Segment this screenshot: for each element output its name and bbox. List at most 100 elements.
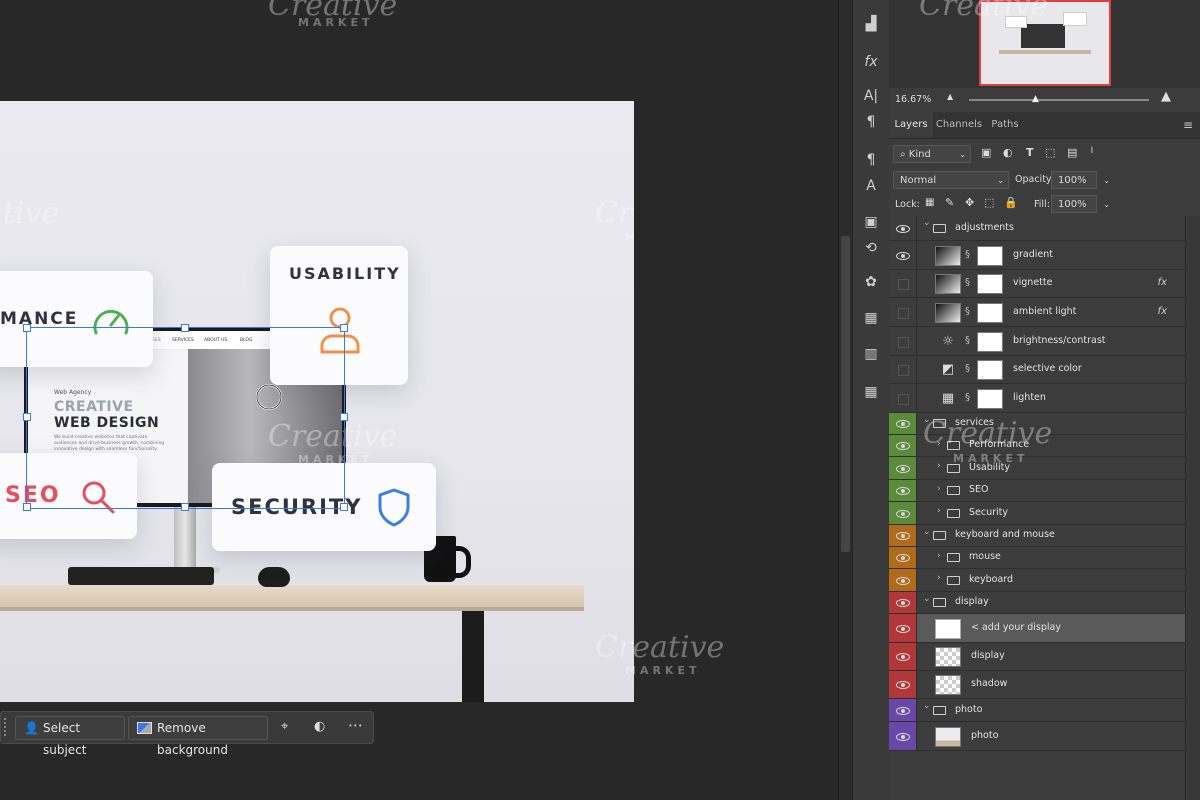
layer-mask-thumbnail[interactable] (977, 245, 1003, 266)
chevron-right-icon[interactable]: › (937, 484, 941, 494)
contrast-icon[interactable]: ◐ (314, 719, 325, 734)
layer-visibility-toggle[interactable] (889, 547, 917, 568)
histogram-icon[interactable]: ▟ (861, 14, 881, 34)
lock-image-icon[interactable]: ✎ (945, 196, 954, 209)
layer-visibility-toggle[interactable] (889, 525, 917, 546)
layer-group-row[interactable]: ⌄ keyboard and mouse (889, 525, 1185, 547)
link-icon[interactable]: § (965, 306, 970, 317)
layer-visibility-toggle[interactable] (889, 216, 917, 240)
transform-bounding-box[interactable] (26, 327, 345, 509)
layer-group-row[interactable]: › Usability (889, 457, 1185, 480)
grid-icon[interactable]: ▦ (935, 389, 961, 409)
remove-background-button[interactable]: Remove background (128, 716, 268, 757)
character-icon[interactable]: A| (861, 86, 881, 106)
layer-mask-thumbnail[interactable] (977, 331, 1003, 352)
layer-visibility-toggle[interactable] (889, 480, 917, 501)
chevron-down-icon[interactable]: ⌄ (923, 415, 931, 425)
zoom-out-icon[interactable]: ▲ (947, 92, 953, 101)
panel-menu-icon[interactable]: ≡ (1183, 118, 1193, 132)
tab-layers[interactable]: Layers (889, 112, 933, 138)
history-icon[interactable]: ⟲ (861, 238, 881, 258)
link-icon[interactable]: § (965, 249, 970, 260)
chevron-right-icon[interactable]: › (937, 551, 941, 561)
filter-smart-object-icon[interactable]: ▤ (1067, 146, 1077, 159)
layer-visibility-toggle[interactable] (889, 241, 917, 269)
layer-visibility-toggle[interactable] (889, 384, 917, 412)
layer-visibility-toggle[interactable] (889, 569, 917, 591)
link-icon[interactable]: § (965, 392, 970, 403)
filter-toggle-icon[interactable]: ⏽ (1088, 145, 1096, 156)
sun-icon[interactable]: ☼ (935, 332, 961, 352)
fx-icon[interactable]: fx (1158, 277, 1167, 288)
navigator-thumbnail[interactable] (979, 0, 1111, 86)
opacity-input[interactable]: 100% ⌄ (1051, 171, 1110, 189)
layer-visibility-toggle[interactable] (889, 592, 917, 613)
more-icon[interactable]: ⋯ (348, 716, 363, 734)
filter-kind-select[interactable]: ⌕ Kind ⌄ (893, 145, 971, 163)
layer-row[interactable]: photo (889, 722, 1185, 751)
layer-group-row[interactable]: › Security (889, 502, 1185, 525)
canvas-area[interactable]: wLogo HOME PAGES SERVICES ABOUT US BLOG … (0, 0, 838, 800)
link-icon[interactable]: § (965, 335, 970, 346)
fill-input[interactable]: 100% ⌄ (1051, 195, 1110, 213)
transform-center-icon[interactable] (255, 383, 283, 411)
smart-object-thumbnail[interactable] (935, 618, 961, 639)
task-bar-grip[interactable] (4, 718, 9, 736)
layer-group-row[interactable]: › mouse (889, 547, 1185, 569)
paragraph-icon[interactable]: ¶ (861, 112, 881, 132)
chevron-right-icon[interactable]: › (937, 439, 941, 449)
photo-thumbnail[interactable] (935, 726, 961, 747)
filter-shape-icon[interactable]: ⬚ (1045, 146, 1055, 159)
layer-visibility-toggle[interactable] (889, 457, 917, 479)
layer-visibility-toggle[interactable] (889, 614, 917, 642)
layer-row[interactable]: shadow (889, 671, 1185, 699)
chevron-down-icon[interactable]: ⌄ (923, 594, 931, 604)
layer-visibility-toggle[interactable] (889, 502, 917, 524)
transform-handle-tl[interactable] (23, 324, 31, 332)
filter-type-icon[interactable]: T (1026, 146, 1034, 159)
layer-visibility-toggle[interactable] (889, 671, 917, 698)
selective-color-icon[interactable]: ◩ (935, 360, 961, 380)
layer-row[interactable]: display (889, 643, 1185, 671)
layer-visibility-toggle[interactable] (889, 699, 917, 721)
filter-adjustment-icon[interactable]: ◐ (1003, 146, 1013, 159)
link-icon[interactable]: § (965, 277, 970, 288)
link-icon[interactable]: § (965, 363, 970, 374)
layer-visibility-toggle[interactable] (889, 327, 917, 355)
layer-row[interactable]: ▦ § lighten (889, 384, 1185, 413)
zoom-slider[interactable] (969, 99, 1149, 101)
layer-group-row[interactable]: › Performance (889, 435, 1185, 457)
scrollbar-thumb[interactable] (841, 236, 850, 552)
zoom-slider-thumb[interactable]: ▲ (1032, 94, 1039, 104)
layers-scrollbar[interactable] (1185, 216, 1200, 800)
layer-group-row[interactable]: › SEO (889, 480, 1185, 502)
fx-icon[interactable]: fx (1158, 306, 1167, 317)
layer-row[interactable]: § ambient light fx (889, 298, 1185, 327)
layer-visibility-toggle[interactable] (889, 356, 917, 383)
chevron-right-icon[interactable]: › (937, 461, 941, 471)
transform-handle-tc[interactable] (181, 324, 189, 332)
lock-transparent-icon[interactable]: ▦ (925, 197, 934, 208)
chevron-right-icon[interactable]: › (937, 573, 941, 583)
layer-row[interactable]: § gradient (889, 241, 1185, 270)
color-palette-icon[interactable]: ✿ (861, 272, 881, 292)
layer-visibility-toggle[interactable] (889, 643, 917, 670)
chevron-right-icon[interactable]: › (937, 506, 941, 516)
character-styles-icon[interactable]: A (861, 176, 881, 196)
paragraph-styles-icon[interactable]: ¶ (861, 150, 881, 170)
gradient-thumbnail[interactable] (935, 302, 961, 323)
layer-visibility-toggle[interactable] (889, 722, 917, 750)
layer-row[interactable]: < add your display (889, 614, 1185, 643)
layer-mask-thumbnail[interactable] (977, 360, 1003, 380)
lock-position-icon[interactable]: ✥ (965, 196, 974, 209)
canvas-vertical-scrollbar[interactable] (838, 0, 853, 800)
swatches-icon[interactable]: ▦ (861, 308, 881, 328)
gradients-icon[interactable]: ▥ (861, 344, 881, 364)
adjustments-icon[interactable]: ▣ (861, 212, 881, 232)
chevron-down-icon[interactable]: ⌄ (923, 218, 931, 228)
chevron-down-icon[interactable]: ⌄ (923, 701, 931, 711)
pixel-layer-thumbnail[interactable] (935, 675, 961, 695)
tab-channels[interactable]: Channels (933, 112, 985, 138)
lock-artboard-icon[interactable]: ⬚ (984, 196, 994, 209)
layer-group-row[interactable]: › keyboard (889, 569, 1185, 592)
